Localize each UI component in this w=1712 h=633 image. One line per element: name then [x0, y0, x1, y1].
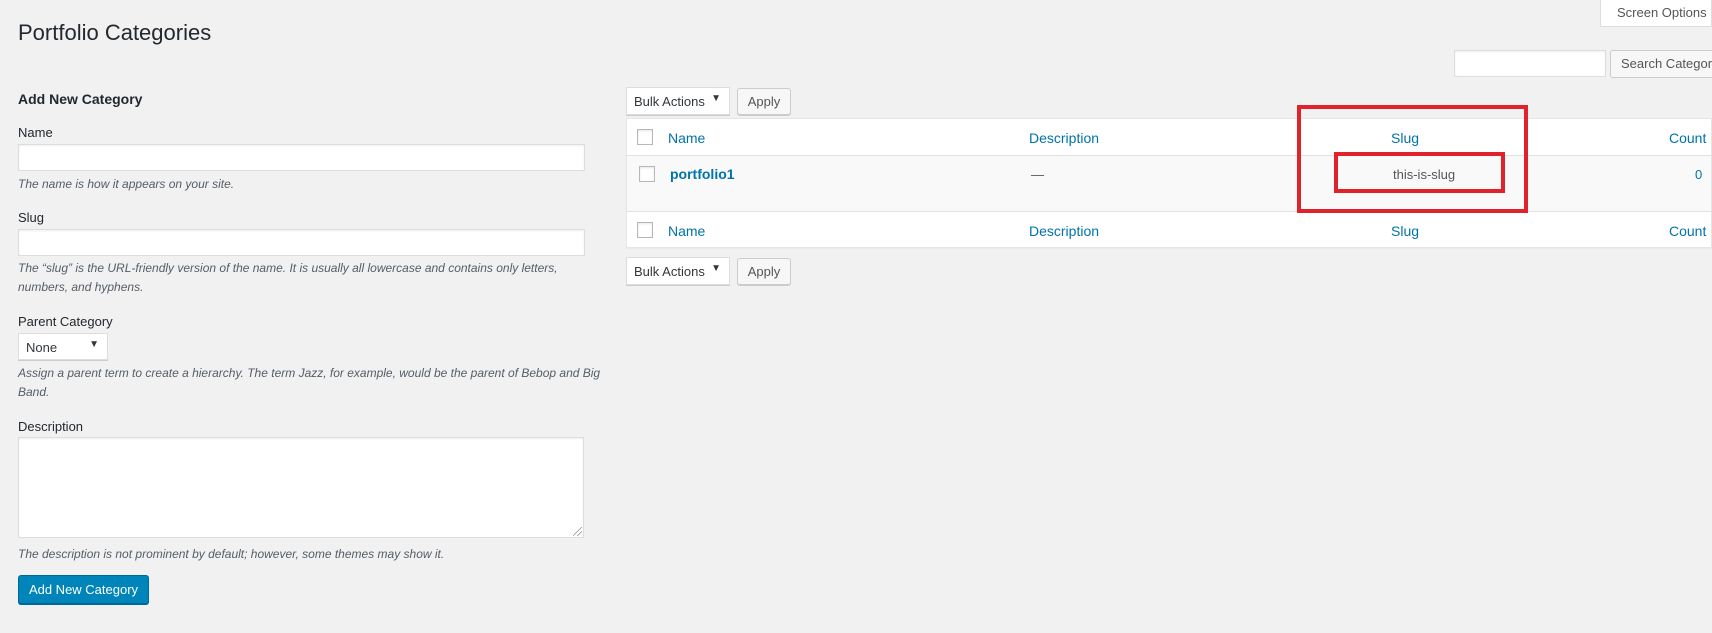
name-label: Name — [18, 125, 53, 140]
select-all-checkbox[interactable] — [637, 129, 653, 145]
search-input[interactable] — [1454, 50, 1606, 77]
select-all-checkbox-footer[interactable] — [637, 222, 653, 238]
column-footer-slug[interactable]: Slug — [1391, 223, 1419, 239]
categories-table: Name Description Slug Count portfolio1 —… — [626, 118, 1712, 248]
screen-options-button[interactable]: Screen Options — [1600, 0, 1712, 27]
row-checkbox[interactable] — [639, 166, 655, 182]
parent-category-hint: Assign a parent term to create a hierarc… — [18, 366, 601, 399]
parent-category-select[interactable]: None ▼ — [18, 333, 108, 360]
table-row-stripe — [627, 155, 1711, 211]
description-label: Description — [18, 419, 84, 434]
name-hint: The name is how it appears on your site. — [18, 177, 235, 191]
parent-category-label: Parent Category — [18, 314, 113, 329]
column-footer-count[interactable]: Count — [1669, 223, 1706, 239]
category-description: — — [1031, 167, 1044, 182]
bulk-actions-select-bottom[interactable]: Bulk Actions ▼ — [626, 257, 730, 285]
bulk-actions-value: Bulk Actions — [634, 94, 705, 109]
footer-divider — [627, 211, 1711, 212]
header-divider — [627, 155, 1711, 156]
apply-button-top[interactable]: Apply — [737, 88, 791, 115]
category-name-link[interactable]: portfolio1 — [670, 166, 735, 182]
category-count-link[interactable]: 0 — [1695, 167, 1702, 182]
parent-category-value: None — [26, 340, 58, 355]
add-new-category-button[interactable]: Add New Category — [18, 575, 149, 604]
slug-value-highlight — [1334, 152, 1505, 193]
description-hint: The description is not prominent by defa… — [18, 547, 445, 561]
page-title: Portfolio Categories — [18, 20, 212, 45]
name-field[interactable] — [18, 144, 585, 171]
resize-grip-icon[interactable] — [573, 527, 582, 536]
column-footer-name[interactable]: Name — [668, 223, 705, 239]
search-categories-button[interactable]: Search Categories — [1610, 50, 1712, 78]
bulk-actions-select-top[interactable]: Bulk Actions ▼ — [626, 87, 730, 115]
description-textarea[interactable] — [18, 437, 584, 538]
form-title: Add New Category — [18, 91, 143, 107]
slug-hint: The “slug” is the URL-friendly version o… — [18, 261, 558, 294]
chevron-down-icon: ▼ — [89, 339, 99, 350]
column-header-name[interactable]: Name — [668, 130, 705, 146]
slug-label: Slug — [18, 210, 45, 225]
chevron-down-icon: ▼ — [711, 93, 721, 104]
column-footer-description[interactable]: Description — [1029, 223, 1099, 239]
slug-field[interactable] — [18, 229, 585, 256]
chevron-down-icon: ▼ — [711, 263, 721, 274]
apply-button-bottom[interactable]: Apply — [737, 258, 791, 285]
column-header-description[interactable]: Description — [1029, 130, 1099, 146]
bulk-actions-value: Bulk Actions — [634, 264, 705, 279]
column-header-count[interactable]: Count — [1669, 130, 1706, 146]
